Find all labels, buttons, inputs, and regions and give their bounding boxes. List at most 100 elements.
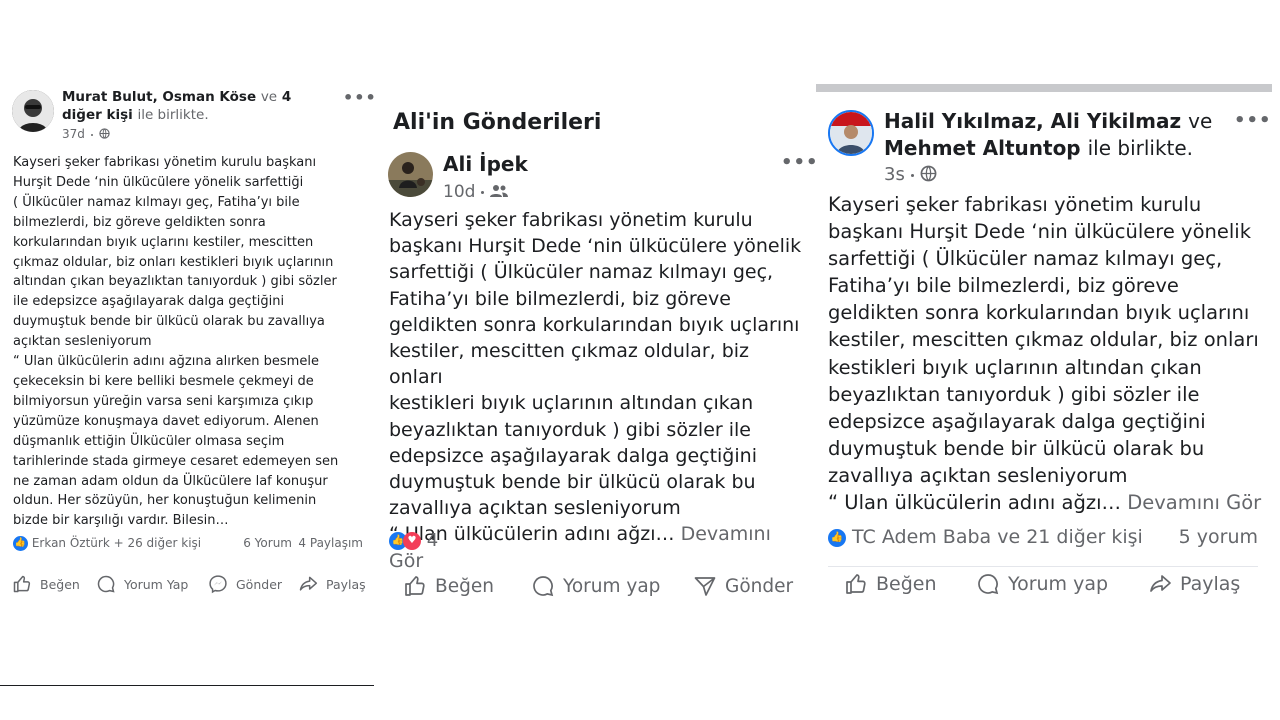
like-label: Beğen (40, 576, 80, 592)
timestamp[interactable]: 10d (443, 182, 475, 202)
comments-count[interactable]: 5 yorum (1179, 526, 1258, 548)
like-icon (405, 576, 425, 596)
friends-icon (490, 185, 509, 197)
post-time: 10d (443, 182, 509, 202)
body-line: kestikleri bıyık uçlarının altından çıka… (389, 392, 754, 415)
share-label: Paylaş (1180, 573, 1241, 595)
see-more-link[interactable]: Devamını Gör (1127, 491, 1261, 514)
send-button[interactable]: Gönder (693, 574, 793, 598)
body-line: duymuştuk bende bir ülkücü olarak bu (389, 471, 756, 494)
body-line: çekeceksin bi kere belliki besmele çekme… (13, 373, 314, 389)
post-authors: Murat Bulut, Osman Köse ve 4 diğer kişi … (62, 88, 322, 124)
author-name[interactable]: Mehmet Altuntop (884, 136, 1081, 160)
author-name[interactable]: Ali Yikilmaz (1051, 109, 1181, 133)
reaction-count: 4 (426, 530, 439, 551)
author-name[interactable]: Ali İpek (443, 152, 528, 176)
conjunction: ve (1188, 109, 1213, 133)
reactions-summary[interactable]: Erkan Öztürk + 26 diğer kişi (32, 536, 201, 550)
post-authors: Halil Yıkılmaz, Ali Yikilmaz ve Mehmet A… (884, 108, 1214, 162)
avatar[interactable] (388, 152, 433, 197)
avatar[interactable] (828, 110, 874, 156)
author-name[interactable]: Halil Yıkılmaz (884, 109, 1036, 133)
like-button[interactable]: Beğen (403, 574, 494, 598)
body-line: Kayseri şeker fabrikası yönetim kurulu (389, 209, 753, 231)
section-title: Ali'in Gönderileri (393, 110, 602, 135)
send-label: Gönder (725, 575, 794, 597)
profile-photo (388, 152, 433, 197)
body-line: sarfettiği ( Ülkücüler namaz kılmayı geç… (828, 247, 1223, 271)
body-line: Hurşit Dede ‘nin ülkücülere yönelik sarf… (13, 174, 304, 190)
body-line: ile edepsizce aşağılayarak dalga geçtiği… (13, 294, 285, 310)
avatar[interactable] (12, 90, 54, 132)
body-line: kestiler, mescitten çıkmaz oldular, biz … (389, 340, 750, 389)
truncated-text: “ Ulan ülkücülerin adını ağzı… (828, 491, 1122, 515)
post-card-1: Murat Bulut, Osman Köse ve 4 diğer kişi … (0, 84, 377, 604)
author-name[interactable]: Osman Köse (162, 89, 256, 105)
body-line: düşmanlık ettiğin Ülkücüler olmasa seçim (13, 433, 285, 449)
post-body: Kayseri şeker fabrikası yönetim kurulu b… (13, 153, 365, 531)
comment-icon (533, 576, 554, 597)
more-icon[interactable]: ••• (1234, 110, 1272, 131)
body-line: duymuştuk bende bir ülkücü olarak bu (828, 436, 1205, 460)
body-line: geldikten sonra korkularından bıyık uçla… (389, 313, 800, 336)
share-button[interactable]: Paylaş (298, 574, 366, 594)
post-time: 37d (62, 127, 110, 141)
like-button[interactable]: Beğen (844, 572, 937, 596)
share-icon (1150, 575, 1171, 592)
body-line: geldikten sonra korkularından bıyık uçla… (828, 301, 1250, 325)
with-text: ile birlikte. (137, 107, 209, 123)
more-icon[interactable]: ••• (343, 88, 377, 107)
body-line: duymuştuk bende bir ülkücü olarak bu zav… (13, 314, 325, 330)
comment-icon (97, 575, 115, 593)
body-line: edepsizce aşağılayarak dalga geçtiğini (389, 444, 757, 467)
body-line: altından çıkan beyazlıktan tanıyorduk ) … (13, 274, 337, 290)
like-reaction-icon: 👍 (13, 536, 28, 551)
body-line: zavallıya açıktan sesleniyorum (389, 497, 681, 520)
comment-button[interactable]: Yorum yap (976, 572, 1108, 596)
more-icon[interactable]: ••• (781, 152, 819, 173)
separator: , (152, 89, 158, 105)
body-line-truncated: “ Ulan ülkücülerin adını ağzı… Devamını … (828, 489, 1268, 516)
send-icon (694, 577, 716, 596)
divider (828, 566, 1258, 567)
separator: , (1036, 109, 1044, 133)
send-button[interactable]: Gönder (208, 574, 282, 594)
post-card-3: Halil Yıkılmaz, Ali Yikilmaz ve Mehmet A… (816, 84, 1272, 612)
body-line: oldun. Her sözüyün, her konuştuğun kelim… (13, 493, 317, 509)
body-line: bilmezlerdi, biz göreve geldikten sonra (13, 214, 266, 230)
like-button[interactable]: Beğen (12, 574, 80, 594)
comment-button[interactable]: Yorum yap (531, 574, 660, 598)
comment-label: Yorum Yap (124, 576, 189, 592)
body-line: kestikleri bıyık uçlarının altından çıka… (828, 355, 1202, 379)
comment-button[interactable]: Yorum Yap (96, 574, 188, 594)
shares-count[interactable]: 4 Paylaşım (298, 536, 363, 550)
body-line: başkanı Hurşit Dede ‘nin ülkücülere yöne… (828, 220, 1252, 244)
like-label: Beğen (435, 575, 494, 597)
like-icon (13, 575, 31, 593)
share-button[interactable]: Paylaş (1148, 572, 1240, 596)
with-text: ile birlikte. (1087, 136, 1194, 160)
body-line: edepsizce aşağılayarak dalga geçtiğini (828, 409, 1206, 433)
profile-photo (12, 90, 54, 132)
body-line: “ Ulan ülkücülerin adını ağzına alırken … (13, 354, 319, 370)
reactions-summary[interactable]: TC Adem Baba ve 21 diğer kişi (852, 526, 1143, 548)
body-line: tarihlerinde stada girmeye cesaret edeme… (13, 453, 339, 469)
body-line: Kayseri şeker fabrikası yönetim kurulu (828, 193, 1202, 216)
send-label: Gönder (236, 576, 283, 592)
globe-icon (99, 128, 110, 139)
body-line: ( Ülkücüler namaz kılmayı geç, Fatiha’yı… (13, 194, 300, 210)
conjunction: ve (260, 89, 278, 105)
body-line: bilmiyorsun yüreğin varsa seni karşımıza… (13, 393, 314, 409)
post-stats[interactable]: 👍 ♥ 4 (389, 530, 438, 551)
body-line: çıkmaz oldular, biz onları kestikleri bı… (13, 254, 334, 270)
post-time: 3s (884, 164, 937, 185)
body-line: yüzümüze konuşmaya davet ediyorum. Alene… (13, 413, 319, 429)
body-line: bizde bir karşılığı vardır. Bilesin… (13, 513, 229, 529)
author-name[interactable]: Murat Bulut (62, 89, 153, 105)
timestamp[interactable]: 37d (62, 127, 85, 141)
timestamp[interactable]: 3s (884, 164, 905, 185)
body-line: başkanı Hurşit Dede ‘nin ülkücülere yöne… (389, 235, 802, 258)
comment-icon (978, 574, 999, 595)
like-icon (846, 574, 866, 594)
comments-count[interactable]: 6 Yorum (243, 536, 292, 550)
